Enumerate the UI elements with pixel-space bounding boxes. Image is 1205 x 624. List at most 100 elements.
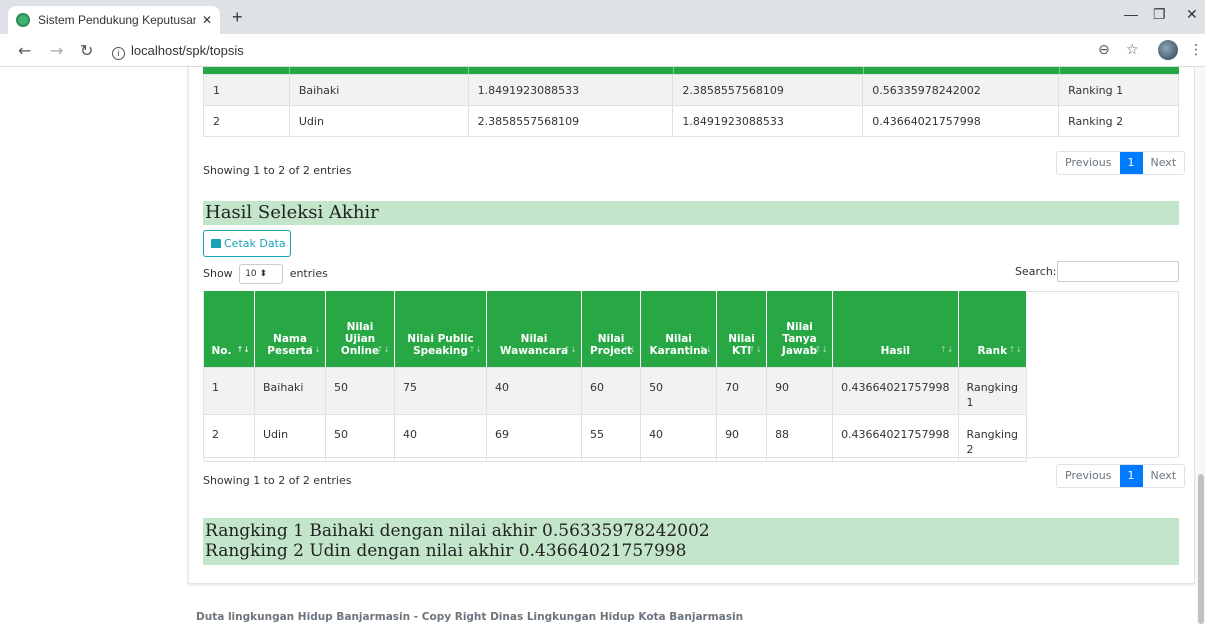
show-label: Show [203,267,233,280]
minimize-icon[interactable]: — [1124,6,1138,22]
col-header-nama[interactable]: Nama Peserta ↑↓ [254,291,326,367]
entries-select[interactable]: 10 ⬍ [239,264,284,284]
browser-toolbar: ← → ↻ i localhost/spk/topsis ⊖ ☆ ⋮ [0,34,1205,67]
tab-close-icon[interactable]: ✕ [202,13,212,27]
menu-icon[interactable]: ⋮ [1189,42,1203,58]
cell-nilai: 0.56335978242002 [862,74,1060,106]
cell: Baihaki [254,366,326,415]
entries-label: entries [289,267,328,280]
address-bar[interactable]: i localhost/spk/topsis [112,43,244,60]
sort-icon: ↑↓ [236,344,250,354]
cell: 90 [716,413,768,462]
cell-d-plus: 2.3858557568109 [467,105,674,137]
page-1-button[interactable]: 1 [1119,152,1143,174]
sort-icon: ↑↓ [814,344,829,354]
scrollbar-thumb[interactable] [1198,474,1204,624]
cell-d-minus: 1.8491923088533 [672,105,864,137]
cell: 50 [325,366,395,415]
cell-rank: Ranking 1 [1058,74,1179,106]
cell: 88 [766,413,834,462]
cell: 40 [394,413,487,462]
cell-no: 1 [203,74,290,106]
cell: Rangking 1 [957,366,1028,415]
ranking-line: Rangking 1 Baihaki dengan nilai akhir 0.… [205,521,710,541]
sort-icon: ↑↓ [1008,344,1023,354]
table-row: 1 Baihaki 1.8491923088533 2.385855756810… [203,74,1179,106]
header-label: Rank [977,344,1008,357]
header-label: Nilai Ujian Online [340,320,380,357]
page-1-button[interactable]: 1 [1119,465,1143,487]
search-label: Search: [1015,265,1057,278]
sort-icon: ↑↓ [748,344,763,354]
previous-button[interactable]: Previous [1057,152,1119,174]
printer-icon [211,239,221,248]
browser-tab[interactable]: Sistem Pendukung Keputusan Be ✕ [8,6,220,34]
header-label: Nilai Tanya Jawab [781,320,818,357]
cell: Rangking 2 [957,413,1028,462]
back-icon[interactable]: ← [18,41,31,60]
col-header-kti[interactable]: Nilai KTI ↑↓ [716,291,768,367]
search-input[interactable] [1057,261,1179,282]
cell: 60 [580,366,642,415]
window-close-icon[interactable]: ✕ [1186,6,1198,23]
ranking-line: Rangking 2 Udin dengan nilai akhir 0.436… [205,541,687,561]
header-label: No. [211,344,232,357]
cell-nama: Baihaki [288,74,469,106]
cell: 90 [766,366,834,415]
entries-select-value: 10 [245,269,257,279]
zoom-icon[interactable]: ⊖ [1098,42,1110,58]
bookmark-star-icon[interactable]: ☆ [1126,42,1139,58]
hasil-info: Showing 1 to 2 of 2 entries [203,474,352,487]
col-header-wawancara[interactable]: Nilai Wawancara ↑↓ [486,291,582,367]
cell: 2 [203,413,255,462]
previous-button[interactable]: Previous [1057,465,1119,487]
cetak-label: Cetak Data [224,237,286,250]
cell: 1 [203,366,255,415]
col-header-public-speaking[interactable]: Nilai Public Speaking ↑↓ [394,291,487,367]
cell: 50 [325,413,395,462]
cell-no: 2 [203,105,290,137]
col-header-hasil[interactable]: Hasil ↑↓ [832,291,959,367]
profile-avatar[interactable] [1158,40,1178,60]
restore-icon[interactable]: ❐ [1153,6,1166,23]
table1-pagination: Previous 1 Next [1056,151,1186,175]
header-separator [289,67,290,74]
cell: 0.43664021757998 [832,413,959,462]
page-footer: Duta lingkungan Hidup Banjarmasin - Copy… [196,611,744,623]
cell-d-minus: 2.3858557568109 [672,74,864,106]
cell-nilai: 0.43664021757998 [862,105,1060,137]
cell-d-plus: 1.8491923088533 [467,74,674,106]
cell: 70 [716,366,768,415]
cell: Udin [254,413,326,462]
sort-icon: ↑↓ [376,344,390,354]
col-header-no[interactable]: No. ↑↓ [203,291,255,367]
sort-icon: ↑↓ [307,344,321,354]
table-row: 2 Udin 2.3858557568109 1.8491923088533 0… [203,105,1179,137]
next-button[interactable]: Next [1143,152,1185,174]
header-label: Nama Peserta [267,332,313,357]
cell: 69 [486,413,582,462]
cell-nama: Udin [288,105,469,137]
next-button[interactable]: Next [1143,465,1185,487]
forward-icon[interactable]: → [50,41,63,60]
cell: 40 [640,413,718,462]
col-header-rank[interactable]: Rank ↑↓ [958,291,1028,367]
sort-icon: ↑↓ [563,344,577,354]
hasil-table: No. ↑↓ Nama Peserta ↑↓ Nilai Ujian Online ↑… [203,291,1028,462]
cell: 55 [580,413,642,462]
site-favicon-icon [16,13,30,27]
reload-icon[interactable]: ↻ [80,41,93,60]
new-tab-icon[interactable]: + [232,7,243,28]
site-info-icon[interactable]: i [112,47,125,60]
header-separator [863,67,864,74]
topsis-table: 1 Baihaki 1.8491923088533 2.385855756810… [203,67,1179,137]
col-header-tanya-jawab[interactable]: Nilai Tanya Jawab ↑↓ [766,291,834,367]
col-header-karantina[interactable]: Nilai Karantina ↑↓ [640,291,718,367]
cetak-data-button[interactable]: Cetak Data [203,230,291,257]
length-control: Show 10 ⬍ entries [203,264,328,284]
table-header-strip [203,67,1179,74]
col-header-project[interactable]: Nilai Project ↑↓ [581,291,642,367]
col-header-ujian[interactable]: Nilai Ujian Online ↑↓ [325,291,395,367]
tab-title: Sistem Pendukung Keputusan Be [38,13,196,27]
cell: 75 [394,366,487,415]
